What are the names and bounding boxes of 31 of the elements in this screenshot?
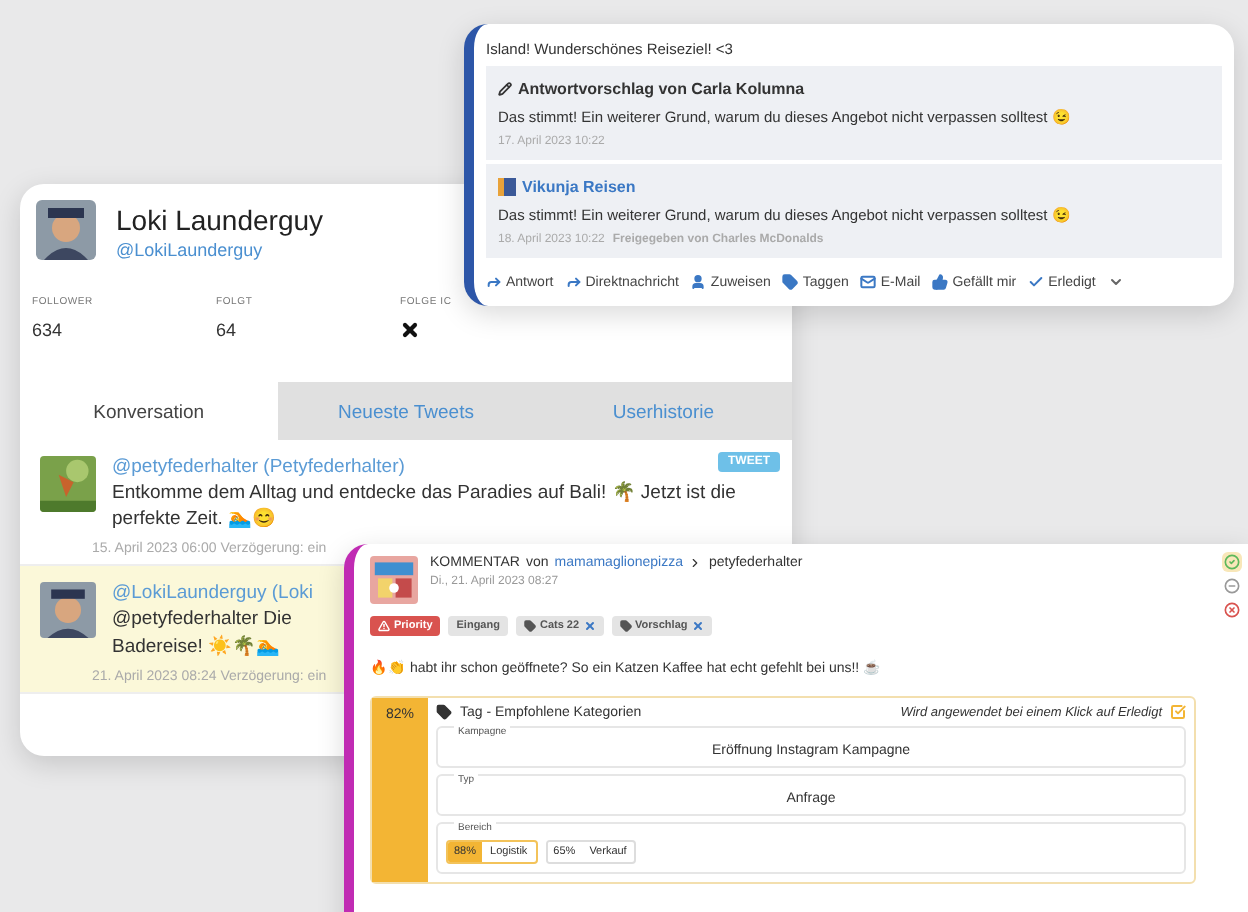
tweet-text: @petyfederhalter Die xyxy=(112,607,292,633)
chevron-icon xyxy=(688,556,703,570)
approve-button[interactable] xyxy=(1222,552,1242,572)
profile-name: Loki Launderguy xyxy=(116,204,324,236)
reply-author: Antwortvorschlag von Carla Kolumna xyxy=(518,80,805,98)
reply-author[interactable]: Vikunja Reisen xyxy=(522,178,636,196)
check-icon xyxy=(1170,704,1186,720)
stat-value: 634 xyxy=(32,320,65,340)
neutral-button[interactable] xyxy=(1222,576,1242,596)
thumbs-up-icon xyxy=(932,274,949,290)
forward-icon xyxy=(486,274,502,290)
tweet-text: Entkomme dem Alltag und entdecke das Paradies auf Bali! 🌴 Jetzt ist die perfekte Zeit. 🏊😊 xyxy=(112,482,738,534)
tab[interactable]: Konversation xyxy=(20,382,278,440)
page-icon xyxy=(498,178,516,196)
stat-value: 64 xyxy=(216,320,239,340)
pencil-icon xyxy=(498,82,512,96)
tag-icon xyxy=(523,620,536,632)
tweet-text: Badereise! ☀🌴🏊 xyxy=(112,636,281,663)
caret-icon[interactable] xyxy=(1107,274,1124,290)
tag-icon xyxy=(619,620,632,632)
user-icon xyxy=(690,274,707,290)
tag-icon xyxy=(436,704,452,720)
reject-button[interactable] xyxy=(1222,600,1242,620)
avatar xyxy=(36,200,96,260)
tag-icon xyxy=(782,274,799,290)
remove-icon xyxy=(583,620,596,632)
mail-icon xyxy=(860,274,877,290)
warning-icon xyxy=(378,620,390,632)
check-icon xyxy=(1028,274,1045,290)
forward-icon xyxy=(565,274,582,290)
remove-icon xyxy=(691,620,704,632)
